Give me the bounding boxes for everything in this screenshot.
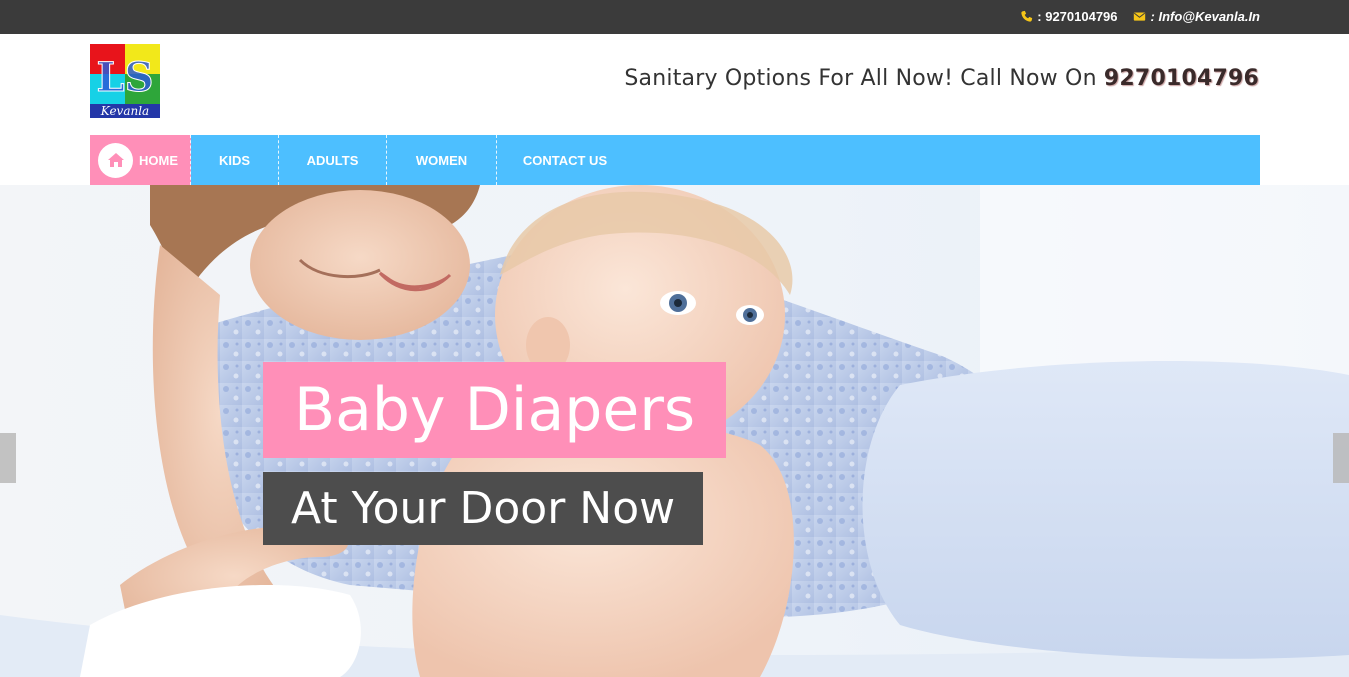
slider-next-button[interactable] xyxy=(1333,433,1349,483)
phone-icon xyxy=(1021,10,1033,22)
envelope-icon xyxy=(1133,12,1145,21)
nav-label-adults: ADULTS xyxy=(306,152,359,168)
nav-item-adults[interactable]: ADULTS xyxy=(279,135,387,185)
main-navigation: HOME KIDS ADULTS WOMEN CONTACT US xyxy=(90,135,1260,185)
logo-letters: LS xyxy=(96,54,153,101)
hero-caption-primary: Baby Diapers xyxy=(263,362,727,458)
nav-label-kids: KIDS xyxy=(218,152,251,168)
hero-caption-secondary: At Your Door Now xyxy=(263,472,704,545)
email-contact[interactable]: : Info@Kevanla.In xyxy=(1132,9,1260,24)
home-icon-badge xyxy=(98,142,133,178)
top-contact-info: : 9270104796 : Info@Kevanla.In xyxy=(1020,9,1260,24)
nav-item-women[interactable]: WOMEN xyxy=(387,135,497,185)
phone-contact[interactable]: : 9270104796 xyxy=(1020,9,1118,24)
logo-text: Kevanla xyxy=(100,104,149,118)
nav-label-home: HOME xyxy=(139,152,178,168)
nav-item-contact-us[interactable]: CONTACT US xyxy=(497,135,633,185)
phone-number: : 9270104796 xyxy=(1037,9,1118,24)
hero-slider[interactable]: Baby Diapers At Your Door Now xyxy=(0,185,1349,677)
header-tagline: Sanitary Options For All Now! Call Now O… xyxy=(624,66,1259,91)
nav-item-kids[interactable]: KIDS xyxy=(191,135,279,185)
tagline-text: Sanitary Options For All Now! Call Now O… xyxy=(624,66,1104,91)
logo-graphic: LS Kevanla xyxy=(90,44,160,118)
site-header: LS Kevanla Sanitary Options For All Now!… xyxy=(0,34,1349,135)
tagline-phone[interactable]: 9270104796 xyxy=(1104,66,1259,91)
site-logo[interactable]: LS Kevanla xyxy=(90,44,160,118)
nav-label-contact-us: CONTACT US xyxy=(522,152,608,168)
top-bar: : 9270104796 : Info@Kevanla.In xyxy=(0,0,1349,34)
email-address: : Info@Kevanla.In xyxy=(1150,9,1260,24)
nav-item-home[interactable]: HOME xyxy=(90,135,191,185)
slider-prev-button[interactable] xyxy=(0,433,16,483)
home-icon xyxy=(107,153,124,167)
nav-label-women: WOMEN xyxy=(415,152,468,168)
